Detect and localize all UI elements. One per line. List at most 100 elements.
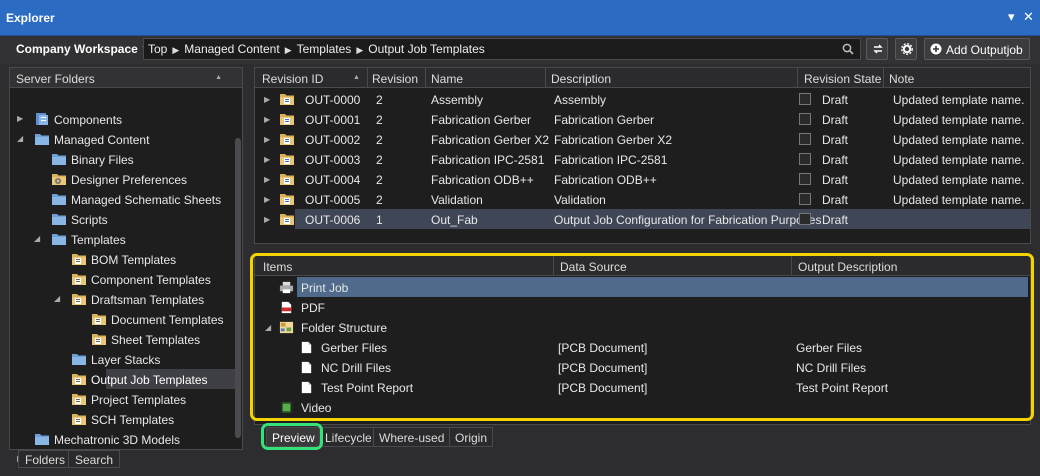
- table-row[interactable]: ▶ OUT-0002 2 Fabrication Gerber X2 Fabricati…: [255, 129, 1030, 149]
- tab-folders[interactable]: Folders: [18, 450, 73, 468]
- column-header-revision-state[interactable]: Revision State: [804, 72, 881, 86]
- expand-icon[interactable]: ▶: [264, 95, 270, 104]
- column-header-revision[interactable]: Revision: [372, 72, 418, 86]
- tree-item[interactable]: ◢ Draftsman Templates: [10, 289, 230, 309]
- gear-folder-icon: [52, 174, 66, 185]
- tab-where-used[interactable]: Where-used: [373, 427, 451, 447]
- cell-desc: Assembly: [554, 93, 607, 107]
- table-row[interactable]: ▶ OUT-0005 2 Validation Validation Draft Updat…: [255, 189, 1030, 209]
- cell-source: [PCB Document]: [558, 361, 648, 375]
- expand-icon[interactable]: ▶: [264, 215, 270, 224]
- list-item[interactable]: Video: [255, 397, 1030, 417]
- expand-icon[interactable]: ▶: [264, 195, 270, 204]
- panel-menu-icon[interactable]: ▾: [1008, 9, 1015, 25]
- tree-item-label: Designer Preferences: [71, 173, 188, 187]
- tree-item[interactable]: BOM Templates: [10, 249, 230, 269]
- collapse-icon[interactable]: ◢: [265, 323, 271, 332]
- window-titlebar: Explorer ▾ ✕: [0, 0, 1040, 36]
- cell-id: OUT-0005: [305, 193, 361, 207]
- tree-item[interactable]: Document Templates: [10, 309, 230, 329]
- tree-item[interactable]: Project Templates: [10, 389, 230, 409]
- expand-icon[interactable]: ▶: [264, 175, 270, 184]
- table-row[interactable]: ▶ OUT-0004 2 Fabrication ODB++ Fabrication O…: [255, 169, 1030, 189]
- list-item[interactable]: Gerber Files [PCB Document] Gerber Files: [255, 337, 1030, 357]
- outjob-icon: [280, 194, 294, 205]
- tree-item[interactable]: ◢ Managed Content: [10, 129, 230, 149]
- table-row[interactable]: ▶ OUT-0003 2 Fabrication IPC-2581 Fabricatio…: [255, 149, 1030, 169]
- state-checkbox[interactable]: [799, 213, 811, 225]
- tree-item[interactable]: Output Job Templates: [10, 369, 230, 389]
- tree-item[interactable]: Component Templates: [10, 269, 230, 289]
- tree-item[interactable]: Sheet Templates: [10, 329, 230, 349]
- tree-item[interactable]: Binary Files: [10, 149, 230, 169]
- tree-item[interactable]: Scripts: [10, 209, 230, 229]
- breadcrumb-item[interactable]: Templates: [297, 42, 352, 56]
- list-item[interactable]: Test Point Report [PCB Document] Test Poin…: [255, 377, 1030, 397]
- expand-icon[interactable]: ▶: [264, 135, 270, 144]
- state-checkbox[interactable]: [799, 93, 811, 105]
- column-header-data-source[interactable]: Data Source: [560, 260, 627, 274]
- tree-item-label: Components: [54, 113, 123, 127]
- collapse-icon[interactable]: ◢: [54, 294, 60, 303]
- cell-state: Draft: [822, 173, 849, 187]
- list-item[interactable]: NC Drill Files [PCB Document] NC Drill Fil…: [255, 357, 1030, 377]
- tree-item[interactable]: Designer Preferences: [10, 169, 230, 189]
- tree-item[interactable]: Mechatronic 3D Models: [10, 429, 230, 449]
- tab-origin[interactable]: Origin: [449, 427, 494, 447]
- scrollbar[interactable]: [235, 138, 241, 438]
- breadcrumb-separator-icon: ▶: [284, 45, 292, 55]
- collapse-icon[interactable]: ◢: [17, 134, 23, 143]
- column-header-items[interactable]: Items: [263, 260, 292, 274]
- cell-desc: Fabrication Gerber X2: [554, 133, 673, 147]
- cell-state: Draft: [822, 113, 849, 127]
- list-item[interactable]: PDF: [255, 297, 1030, 317]
- workspace-selector[interactable]: Company Workspace▼: [16, 42, 149, 56]
- breadcrumb[interactable]: Top ▶ Managed Content ▶ Templates ▶ Output Job…: [143, 38, 861, 60]
- tab-lifecycle[interactable]: Lifecycle: [319, 427, 378, 447]
- table-row[interactable]: ▶ OUT-0006 1 Out_Fab Output Job Configuratio…: [264, 209, 1030, 229]
- cell-name: Out_Fab: [431, 213, 478, 227]
- cell-output: Gerber Files: [796, 341, 863, 355]
- refresh-button[interactable]: [866, 38, 888, 60]
- tree-item[interactable]: ▶ Components: [10, 109, 230, 129]
- state-checkbox[interactable]: [799, 153, 811, 165]
- state-checkbox[interactable]: [799, 113, 811, 125]
- tree-item[interactable]: Layer Stacks: [10, 349, 230, 369]
- add-outputjob-button[interactable]: Add Outputjob: [924, 38, 1030, 60]
- add-circle-icon: [930, 43, 942, 55]
- expand-icon[interactable]: ▶: [17, 114, 23, 123]
- breadcrumb-item[interactable]: Managed Content: [184, 42, 279, 56]
- column-header-description[interactable]: Description: [551, 72, 611, 86]
- tree-item[interactable]: Managed Schematic Sheets: [10, 189, 230, 209]
- expand-icon[interactable]: ▶: [264, 155, 270, 164]
- close-icon[interactable]: ✕: [1023, 9, 1034, 25]
- column-header-output-description[interactable]: Output Description: [798, 260, 897, 274]
- tree-item[interactable]: ◢ Templates: [10, 229, 230, 249]
- server-folders-header[interactable]: Server Folders ▲: [10, 68, 242, 88]
- table-row[interactable]: ▶ OUT-0000 2 Assembly Assembly Draft Updated t…: [255, 89, 1030, 109]
- cell-note: Updated template name.: [893, 133, 1025, 147]
- tab-search[interactable]: Search: [68, 450, 121, 468]
- collapse-icon[interactable]: ◢: [34, 234, 40, 243]
- state-checkbox[interactable]: [799, 173, 811, 185]
- cell-id: OUT-0006: [305, 213, 361, 227]
- cell-note: Updated template name.: [893, 193, 1025, 207]
- column-header-name[interactable]: Name: [431, 72, 463, 86]
- column-header-revision-id[interactable]: Revision ID: [262, 72, 323, 86]
- breadcrumb-item[interactable]: Output Job Templates: [368, 42, 485, 56]
- state-checkbox[interactable]: [799, 193, 811, 205]
- breadcrumb-item[interactable]: Top: [148, 42, 167, 56]
- list-item[interactable]: Print Job: [279, 277, 1028, 297]
- table-row[interactable]: ▶ OUT-0001 2 Fabrication Gerber Fabrication …: [255, 109, 1030, 129]
- state-checkbox[interactable]: [799, 133, 811, 145]
- tab-preview[interactable]: Preview: [266, 427, 321, 447]
- list-item[interactable]: ◢ Folder Structure: [255, 317, 1030, 337]
- refresh-icon: [873, 44, 883, 54]
- search-icon[interactable]: [842, 43, 854, 55]
- column-header-note[interactable]: Note: [889, 72, 914, 86]
- tree-item[interactable]: SCH Templates: [10, 409, 230, 429]
- expand-icon[interactable]: ▶: [264, 115, 270, 124]
- settings-button[interactable]: [895, 38, 917, 60]
- cell-rev: 2: [376, 173, 383, 187]
- cell-state: Draft: [822, 193, 849, 207]
